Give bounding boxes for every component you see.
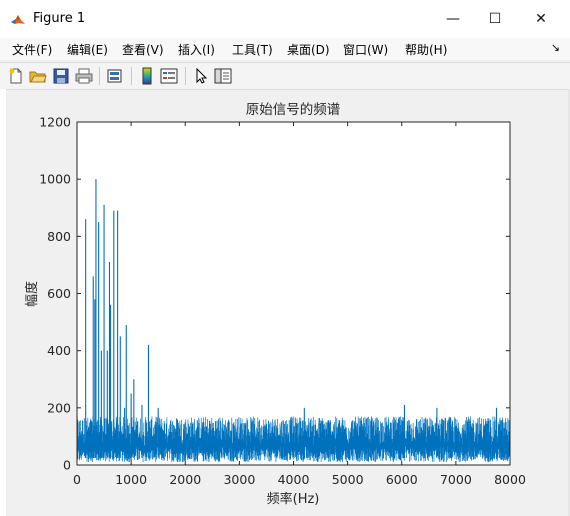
y-axis-label: 幅度 [24, 281, 40, 307]
save-icon[interactable] [52, 67, 70, 85]
colorbar-icon[interactable] [138, 67, 156, 85]
link-plot-icon[interactable] [106, 67, 124, 85]
print-icon[interactable] [75, 67, 93, 85]
matlab-icon [10, 11, 26, 27]
x-tick-label: 6000 [386, 472, 418, 487]
property-inspector-icon[interactable] [214, 67, 232, 85]
figure-canvas[interactable]: 0 1000 2000 3000 4000 5000 6000 7000 8000 0 200 40… [0, 89, 570, 516]
y-tick-label: 1000 [39, 172, 71, 187]
menu-insert[interactable]: 插入(I) [178, 41, 215, 58]
menu-desktop[interactable]: 桌面(D) [287, 41, 330, 58]
menu-bar: 文件(F) 编辑(E) 查看(V) 插入(I) 工具(T) 桌面(D) 窗口(W… [0, 38, 570, 60]
toolbar-separator [99, 67, 100, 85]
minimize-button[interactable]: — [430, 4, 476, 34]
y-tick-label: 400 [47, 343, 71, 358]
close-icon: ✕ [535, 11, 547, 27]
x-tick-label: 1000 [115, 472, 147, 487]
window-title: Figure 1 [33, 11, 86, 26]
new-figure-icon[interactable] [7, 67, 25, 85]
x-tick-label: 0 [73, 472, 81, 487]
y-tick-label: 600 [47, 286, 71, 301]
x-tick-label: 3000 [223, 472, 255, 487]
y-tick-label: 0 [63, 458, 71, 473]
pointer-icon[interactable] [192, 67, 210, 85]
menu-edit[interactable]: 编辑(E) [67, 41, 108, 58]
menu-tools[interactable]: 工具(T) [232, 41, 273, 58]
x-tick-label: 7000 [440, 472, 472, 487]
menu-help[interactable]: 帮助(H) [405, 41, 447, 58]
maximize-button[interactable]: ☐ [472, 4, 518, 34]
toolbar [0, 62, 570, 90]
open-file-icon[interactable] [29, 67, 47, 85]
x-tick-label: 5000 [332, 472, 364, 487]
maximize-icon: ☐ [488, 11, 502, 27]
chart-title: 原始信号的频谱 [246, 102, 341, 118]
y-tick-label: 1200 [39, 115, 71, 130]
menu-view[interactable]: 查看(V) [122, 41, 164, 58]
x-tick-label: 8000 [494, 472, 526, 487]
close-button[interactable]: ✕ [518, 4, 564, 34]
minimize-icon: — [446, 11, 460, 27]
menu-overflow-icon[interactable]: ↘ [551, 41, 560, 54]
x-tick-label: 4000 [278, 472, 310, 487]
menu-window[interactable]: 窗口(W) [343, 41, 388, 58]
y-tick-label: 200 [47, 400, 71, 415]
menu-file[interactable]: 文件(F) [12, 41, 52, 58]
title-bar[interactable]: Figure 1 — ☐ ✕ [0, 0, 570, 38]
x-tick-label: 2000 [169, 472, 201, 487]
figure-window: Figure 1 — ☐ ✕ 文件(F) 编辑(E) 查看(V) 插入(I) 工… [0, 0, 570, 516]
toolbar-separator [131, 67, 132, 85]
toolbar-separator [185, 67, 186, 85]
x-axis-label: 频率(Hz) [267, 491, 320, 507]
legend-icon[interactable] [160, 67, 178, 85]
y-tick-label: 800 [47, 229, 71, 244]
